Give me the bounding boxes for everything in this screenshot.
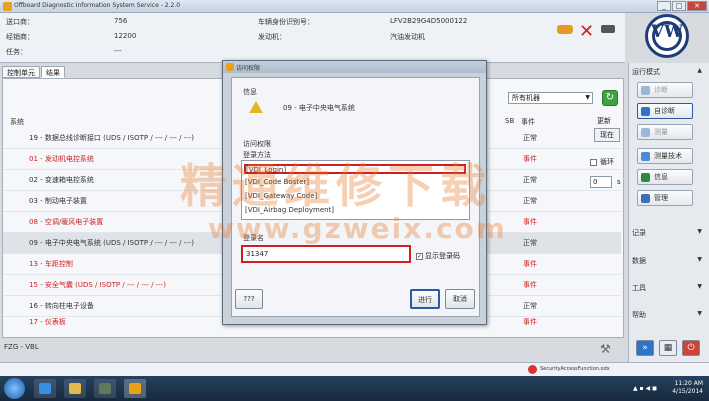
tab-bar: 控制单元 结果 bbox=[2, 66, 66, 78]
start-button[interactable] bbox=[4, 378, 25, 399]
show-code-checkbox[interactable]: ✓ 显示登录码 bbox=[416, 251, 460, 261]
info-text: 09 - 电子中央电气系统 bbox=[283, 104, 355, 112]
chevron-down-icon: ▼ bbox=[585, 94, 590, 101]
title-bar: Offboard Diagnostic Information System S… bbox=[0, 0, 709, 13]
dialog-app-icon bbox=[226, 63, 234, 71]
update-label: 更新 bbox=[597, 117, 611, 125]
system-tray[interactable]: ▲ ▪ ◀ ◼ bbox=[633, 385, 657, 392]
tab-control-units[interactable]: 控制单元 bbox=[2, 66, 40, 78]
toolbar-icons: ✕ bbox=[557, 23, 615, 41]
status-bar: SecurityAccessFunction.odx bbox=[0, 362, 709, 376]
filter-select[interactable]: 所有机器 ▼ bbox=[508, 92, 593, 104]
engine-value: 汽油发动机 bbox=[390, 33, 425, 41]
access-header: 访问权限 bbox=[243, 140, 271, 148]
exit-button[interactable]: ⏻ bbox=[682, 340, 700, 356]
maximize-button[interactable]: □ bbox=[672, 1, 686, 11]
taskbar-odis[interactable] bbox=[124, 379, 146, 398]
alert-icon bbox=[528, 365, 537, 374]
measure-icon bbox=[641, 128, 650, 137]
watermark-url: www.gzweix.com bbox=[208, 212, 507, 245]
vin-label: 车辆身份识别号： bbox=[258, 18, 314, 26]
chevron-down-icon: ▼ bbox=[697, 283, 702, 290]
info-header: 信息 bbox=[243, 88, 257, 96]
column-event: 事件 bbox=[521, 118, 535, 126]
wrench-icon[interactable]: ⚒ bbox=[600, 342, 611, 356]
dialog-title-bar: 访问权限 bbox=[223, 61, 486, 73]
window-controls: _ □ ✕ bbox=[657, 1, 707, 11]
tab-results[interactable]: 结果 bbox=[41, 66, 65, 78]
engine-label: 发动机： bbox=[258, 33, 286, 41]
diagnosis-icon bbox=[641, 86, 650, 95]
help-header[interactable]: 帮助 ▼ bbox=[632, 310, 702, 322]
vehicle-info-bar: 送口商： 经销商： 任务： 756 12200 --- 车辆身份识别号： 发动机… bbox=[0, 13, 625, 63]
taskbar-app[interactable] bbox=[94, 379, 116, 398]
cancel-button[interactable]: 取消 bbox=[445, 289, 475, 309]
plug-icon[interactable] bbox=[601, 25, 615, 33]
close-button[interactable]: ✕ bbox=[687, 1, 707, 11]
login-code-input[interactable]: 31347 bbox=[241, 245, 411, 263]
car-icon[interactable] bbox=[557, 25, 573, 34]
data-header[interactable]: 数据 ▼ bbox=[632, 256, 702, 268]
diagnosis-button[interactable]: 诊断 bbox=[637, 82, 693, 98]
admin-icon bbox=[641, 194, 650, 203]
watermark-text: 精通维修下载 bbox=[180, 159, 492, 213]
clock[interactable]: 11:20 AM 4/15/2014 bbox=[672, 380, 703, 396]
column-sb: SB bbox=[505, 117, 515, 125]
chevron-up-icon: ▲ bbox=[697, 67, 702, 74]
refresh-button[interactable]: ↻ bbox=[602, 90, 618, 106]
vw-logo: VW bbox=[645, 14, 689, 58]
mode-header[interactable]: 运行模式 ▲ bbox=[632, 67, 702, 79]
measuring-tech-button[interactable]: 测量技术 bbox=[637, 148, 693, 164]
dialog-extra-button[interactable]: ??? bbox=[235, 289, 263, 309]
minimize-button[interactable]: _ bbox=[657, 1, 671, 11]
vin-value: LFV2B29G4D5000122 bbox=[390, 17, 468, 25]
window-title: Offboard Diagnostic Information System S… bbox=[14, 2, 181, 9]
disconnect-icon[interactable]: ✕ bbox=[579, 23, 595, 41]
taskbar-explorer[interactable] bbox=[64, 379, 86, 398]
importer-value: 756 bbox=[114, 17, 128, 25]
self-diagnosis-icon bbox=[641, 107, 650, 116]
measuring-tech-icon bbox=[641, 152, 650, 161]
dialog-title: 访问权限 bbox=[236, 65, 261, 72]
vehicle-label: FZG - VBL bbox=[4, 343, 39, 351]
forward-button[interactable]: » bbox=[636, 340, 654, 356]
chevron-down-icon: ▼ bbox=[697, 256, 702, 263]
grid-button[interactable]: ▦ bbox=[659, 340, 677, 356]
warning-icon bbox=[249, 101, 263, 113]
info-button[interactable]: 信息 bbox=[637, 169, 693, 185]
tools-header[interactable]: 工具 ▼ bbox=[632, 283, 702, 295]
chevron-down-icon: ▼ bbox=[697, 310, 702, 317]
admin-button[interactable]: 管理 bbox=[637, 190, 693, 206]
record-header[interactable]: 记录 ▼ bbox=[632, 228, 702, 240]
task-value: --- bbox=[114, 47, 122, 55]
dealer-label: 经销商： bbox=[6, 33, 34, 41]
ok-button[interactable]: 进行 bbox=[410, 289, 440, 309]
column-system: 系统 bbox=[10, 118, 24, 126]
self-diagnosis-button[interactable]: 自诊断 bbox=[637, 103, 693, 119]
dealer-value: 12200 bbox=[114, 32, 137, 40]
task-label: 任务： bbox=[6, 48, 27, 56]
windows-taskbar: ▲ ▪ ◀ ◼ 11:20 AM 4/15/2014 bbox=[0, 376, 709, 401]
measure-button[interactable]: 测量 bbox=[637, 124, 693, 140]
taskbar-ie[interactable] bbox=[34, 379, 56, 398]
security-access-text: SecurityAccessFunction.odx bbox=[540, 366, 610, 372]
app-icon bbox=[3, 2, 12, 11]
importer-label: 送口商： bbox=[6, 18, 34, 26]
chevron-down-icon: ▼ bbox=[697, 228, 702, 235]
info-icon bbox=[641, 173, 650, 182]
